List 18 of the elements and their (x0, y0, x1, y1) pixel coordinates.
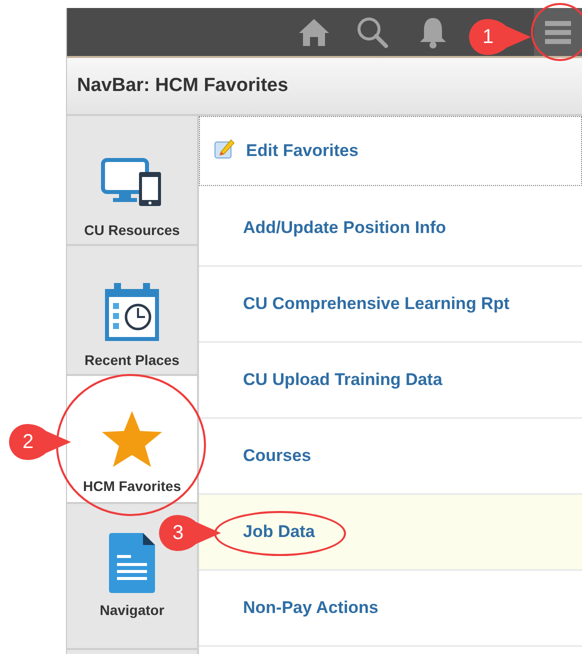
page-title: NavBar: HCM Favorites (77, 74, 288, 98)
menu-button[interactable] (534, 8, 582, 56)
highlight-ring (531, 3, 582, 61)
edit-favorites-link[interactable]: Edit Favorites (199, 116, 582, 186)
devices-icon (101, 158, 163, 208)
star-icon (101, 410, 163, 468)
bell-icon[interactable] (418, 15, 448, 49)
favorite-item[interactable]: Job Data (199, 495, 582, 571)
search-icon[interactable] (356, 16, 388, 48)
callout-badge: 1 (468, 18, 532, 56)
edit-icon (214, 138, 236, 160)
document-icon (109, 533, 155, 593)
calendar-clock-icon (104, 283, 160, 343)
callout-badge: 2 (8, 423, 72, 461)
sidebar-tile[interactable]: HCM Favorites (67, 376, 197, 504)
home-icon[interactable] (298, 17, 330, 47)
menu-icon (545, 20, 571, 44)
callout-badge: 3 (158, 514, 222, 552)
